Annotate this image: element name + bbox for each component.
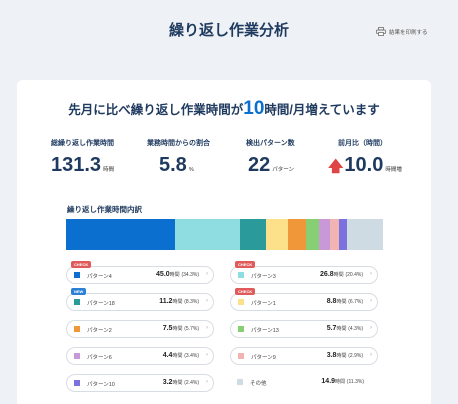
bar-segment — [319, 219, 331, 250]
bar-segment — [266, 219, 288, 250]
color-swatch — [74, 380, 80, 386]
pattern-name: パターン4 — [87, 273, 112, 280]
stat-label: 総繰り返し作業時間 — [51, 140, 114, 147]
stat-total-time: 総繰り返し作業時間 131.3 時間 — [51, 138, 114, 177]
bar-segment — [305, 219, 320, 250]
color-swatch — [238, 326, 244, 332]
bar-segment — [175, 219, 240, 250]
stat-pattern-count: 検出パターン数 22 パターン — [246, 138, 295, 177]
headline-prefix: 先月に比べ繰り返し作業時間が — [68, 103, 244, 117]
status-badge: NEW — [71, 288, 87, 295]
pattern-value: 3.2時間 (2.4%) — [162, 379, 199, 386]
legend-item: その他 14.9時間 (11.3%) — [230, 374, 378, 392]
stat-unit: 時間 — [103, 167, 115, 173]
pattern-name: パターン18 — [87, 300, 115, 307]
bar-segment — [339, 219, 348, 250]
bar-segment — [239, 219, 267, 250]
pattern-name: パターン2 — [87, 327, 112, 334]
pattern-name: パターン10 — [87, 381, 115, 388]
pattern-value: 5.7時間 (4.3%) — [326, 325, 363, 332]
print-results-button[interactable]: 結果を印刷する — [376, 27, 428, 36]
stat-label: 業務時間からの割合 — [147, 140, 210, 147]
headline: 先月に比べ繰り返し作業時間が10時間/月増えています — [17, 98, 431, 120]
stat-value: 131.3 — [51, 154, 102, 176]
bar-segment — [287, 219, 306, 250]
legend-item[interactable]: CHECK パターン1 8.8時間 (6.7%) › — [230, 288, 378, 311]
pattern-value: 14.9時間 (11.3%) — [321, 378, 364, 385]
print-results-label: 結果を印刷する — [389, 29, 428, 36]
stat-unit: % — [188, 167, 194, 173]
stat-value: 22 — [248, 154, 271, 176]
color-swatch — [74, 326, 80, 332]
pattern-name: パターン6 — [87, 354, 112, 361]
chevron-right-icon: › — [370, 298, 372, 304]
legend-item[interactable]: CHECK パターン3 26.8時間 (20.4%) › — [230, 261, 378, 284]
color-swatch — [74, 272, 80, 278]
pattern-value: 45.0時間 (34.3%) — [156, 271, 199, 278]
legend-item[interactable]: パターン2 7.5時間 (5.7%) › — [66, 320, 214, 338]
color-swatch — [238, 353, 244, 359]
stat-ratio: 業務時間からの割合 5.8 % — [147, 138, 210, 177]
stat-unit: パターン — [272, 167, 294, 173]
legend-item[interactable]: パターン6 4.4時間 (3.4%) › — [66, 347, 214, 365]
color-swatch — [238, 299, 244, 305]
color-swatch — [74, 299, 80, 305]
pattern-name: パターン13 — [251, 327, 279, 334]
headline-value: 10 — [243, 98, 265, 119]
chevron-right-icon: › — [370, 325, 372, 331]
bar-segment — [66, 219, 176, 250]
legend-item[interactable]: CHECK パターン4 45.0時間 (34.3%) › — [66, 261, 214, 284]
analysis-card: 先月に比べ繰り返し作業時間が10時間/月増えています 総繰り返し作業時間 131… — [17, 80, 431, 404]
stat-value: 5.8 — [159, 154, 187, 176]
chevron-right-icon: › — [206, 379, 208, 385]
chevron-right-icon: › — [370, 271, 372, 277]
status-badge: CHECK — [71, 261, 92, 268]
legend-item[interactable]: パターン9 3.8時間 (2.9%) › — [230, 347, 378, 365]
color-swatch — [238, 272, 244, 278]
chevron-right-icon: › — [206, 352, 208, 358]
color-swatch — [74, 353, 80, 359]
pattern-value: 4.4時間 (3.4%) — [162, 352, 199, 359]
legend-item[interactable]: パターン13 5.7時間 (4.3%) › — [230, 320, 378, 338]
stat-unit: 時間増 — [385, 167, 402, 173]
stat-label: 前月比（時間） — [338, 140, 387, 147]
bar-segment — [347, 219, 383, 250]
breakdown-stacked-bar — [66, 219, 383, 250]
pattern-name: その他 — [250, 380, 267, 387]
page-header: 繰り返し作業分析 結果を印刷する — [0, 0, 458, 60]
legend-item[interactable]: パターン10 3.2時間 (2.4%) › — [66, 374, 214, 392]
headline-suffix: 時間/月増えています — [264, 103, 380, 117]
breakdown-title: 繰り返し作業時間内訳 — [67, 205, 142, 214]
status-badge: CHECK — [235, 288, 256, 295]
chevron-right-icon: › — [370, 352, 372, 358]
bar-segment — [330, 219, 340, 250]
pattern-name: パターン9 — [251, 354, 276, 361]
legend-item[interactable]: NEW パターン18 11.2時間 (8.3%) › — [66, 288, 214, 311]
color-swatch — [237, 379, 243, 385]
stat-value: 10.0 — [344, 154, 384, 176]
pattern-value: 26.8時間 (20.4%) — [320, 271, 363, 278]
chevron-right-icon: › — [206, 298, 208, 304]
pattern-value: 8.8時間 (6.7%) — [326, 298, 363, 305]
stat-label: 検出パターン数 — [246, 140, 295, 147]
printer-icon — [376, 27, 386, 36]
pattern-value: 3.8時間 (2.9%) — [326, 352, 363, 359]
pattern-value: 7.5時間 (5.7%) — [162, 325, 199, 332]
arrow-up-icon: 🡅 — [328, 158, 344, 175]
chevron-right-icon: › — [206, 271, 208, 277]
status-badge: CHECK — [235, 261, 256, 268]
stat-month-over-month: 前月比（時間） 🡅 10.0 時間増 — [328, 138, 402, 177]
chevron-right-icon: › — [206, 325, 208, 331]
pattern-name: パターン3 — [251, 273, 276, 280]
pattern-value: 11.2時間 (8.3%) — [159, 298, 199, 305]
pattern-name: パターン1 — [251, 300, 276, 307]
